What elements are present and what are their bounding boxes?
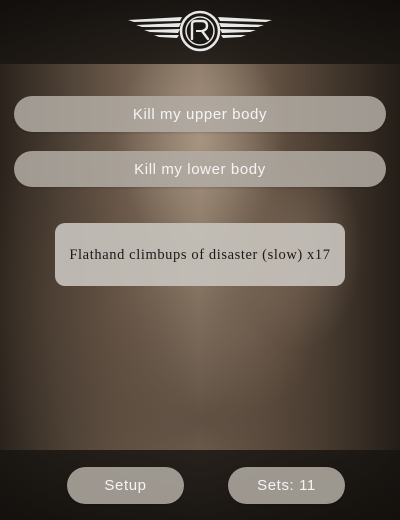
setup-button[interactable]: Setup <box>67 467 184 504</box>
header-bar <box>0 0 400 64</box>
exercise-card: Flathand climbups of disaster (slow) x17 <box>55 223 345 286</box>
kill-upper-body-button[interactable]: Kill my upper body <box>14 96 386 132</box>
winged-logo-icon <box>128 10 272 52</box>
kill-lower-body-button[interactable]: Kill my lower body <box>14 151 386 187</box>
exercise-text: Flathand climbups of disaster (slow) x17 <box>69 246 331 263</box>
sets-button[interactable]: Sets: 11 <box>228 467 345 504</box>
